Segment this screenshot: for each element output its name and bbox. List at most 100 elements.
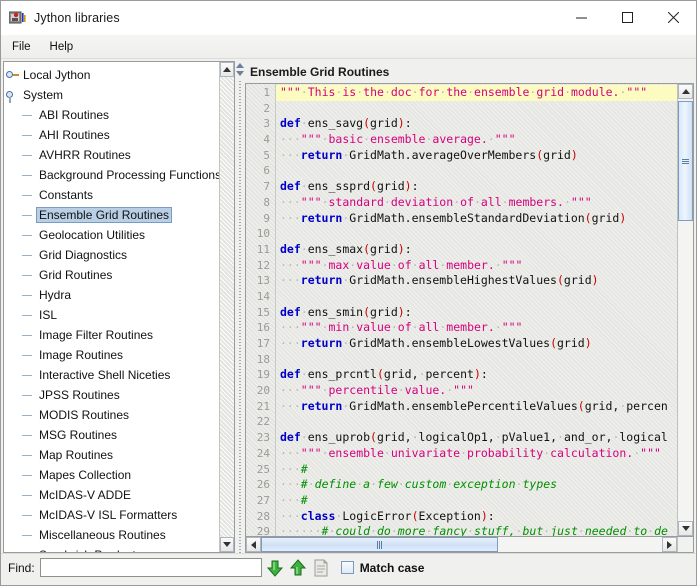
find-next-button[interactable] xyxy=(265,558,285,578)
tree-item-mcidas-v-adde[interactable]: McIDAS-V ADDE xyxy=(4,485,220,505)
code-line[interactable] xyxy=(276,352,677,368)
tree-item-avhrr-routines[interactable]: AVHRR Routines xyxy=(4,145,220,165)
code-token-str: """ xyxy=(300,383,322,398)
find-previous-button[interactable] xyxy=(288,558,308,578)
code-line[interactable]: ···return·GridMath.ensembleLowestValues(… xyxy=(276,336,677,352)
editor-hscroll-track[interactable] xyxy=(261,537,662,552)
tree-expand-handle-icon[interactable] xyxy=(4,67,20,83)
editor-vscroll-thumb[interactable] xyxy=(678,101,693,221)
code-line[interactable]: ···"""·basic·ensemble·average.·""" xyxy=(276,132,677,148)
tree-item-label: Image Filter Routines xyxy=(39,328,154,342)
match-case-checkbox[interactable] xyxy=(340,561,354,574)
tree-item-modis-routines[interactable]: MODIS Routines xyxy=(4,405,220,425)
code-line[interactable]: ···"""·max·value·of·all·member.·""" xyxy=(276,258,677,274)
editor-scroll-left-button[interactable] xyxy=(246,537,261,552)
tree-scroll-track[interactable] xyxy=(220,77,234,537)
split-collapse-left-icon[interactable] xyxy=(236,63,244,68)
tree-item-constants[interactable]: Constants xyxy=(4,185,220,205)
code-token-ws: ··· xyxy=(280,492,301,507)
code-token-str: calculation. xyxy=(550,445,634,460)
find-all-button[interactable] xyxy=(311,558,331,578)
tree-item-map-routines[interactable]: Map Routines xyxy=(4,445,220,465)
tree-item-background-processing-functions[interactable]: Background Processing Functions xyxy=(4,165,220,185)
menu-file[interactable]: File xyxy=(4,39,39,55)
code-token-par: ) xyxy=(397,116,405,131)
code-line[interactable]: ···class·LogicError(Exception): xyxy=(276,509,677,525)
editor-vscroll-track[interactable] xyxy=(678,99,693,521)
code-token-pln: logicalOp1, xyxy=(418,430,495,445)
code-token-ws: · xyxy=(411,257,419,272)
tree-item-jpss-routines[interactable]: JPSS Routines xyxy=(4,385,220,405)
code-line[interactable] xyxy=(276,414,677,430)
tree-item-mapes-collection[interactable]: Mapes Collection xyxy=(4,465,220,485)
code-line[interactable]: ······#·could·do·more·fancy·stuff,·but·j… xyxy=(276,524,677,536)
tree-item-grid-diagnostics[interactable]: Grid Diagnostics xyxy=(4,245,220,265)
tree-item-geolocation-utilities[interactable]: Geolocation Utilities xyxy=(4,225,220,245)
tree-item-msg-routines[interactable]: MSG Routines xyxy=(4,425,220,445)
code-text[interactable]: """·This·is·the·doc·for·the·ensemble·gri… xyxy=(276,84,677,536)
tree-item-grid-routines[interactable]: Grid Routines xyxy=(4,265,220,285)
close-button[interactable] xyxy=(650,1,696,34)
code-line[interactable]: def·ens_smax(grid): xyxy=(276,242,677,258)
code-line[interactable]: def·ens_ssprd(grid): xyxy=(276,179,677,195)
code-line[interactable]: ···return·GridMath.ensemblePercentileVal… xyxy=(276,399,677,415)
code-line[interactable]: ···"""·ensemble·univariate·probability·c… xyxy=(276,446,677,462)
code-line[interactable]: ···"""·percentile·value.·""" xyxy=(276,383,677,399)
code-line[interactable]: def·ens_prcntl(grid,·percent): xyxy=(276,367,677,383)
editor-scroll-right-button[interactable] xyxy=(662,537,677,552)
menu-help[interactable]: Help xyxy=(42,39,82,55)
code-line[interactable]: ···# xyxy=(276,493,677,509)
code-line[interactable]: ···return·GridMath.ensembleStandardDevia… xyxy=(276,211,677,227)
code-editor[interactable]: 1 2 3 4 5 6 7 8 9 10 11 12 13 14 15 16 17 18 19 20 21 22 23 24 2… xyxy=(245,83,694,537)
tree-item-isl[interactable]: ISL xyxy=(4,305,220,325)
tree-item-mcidas-v-isl-formatters[interactable]: McIDAS-V ISL Formatters xyxy=(4,505,220,525)
code-token-par: ( xyxy=(376,367,384,382)
code-line[interactable] xyxy=(276,101,677,117)
code-token-pln: ens_savg xyxy=(307,116,364,131)
tree-item-hydra[interactable]: Hydra xyxy=(4,285,220,305)
code-line[interactable]: ···# xyxy=(276,462,677,478)
tree-scroll-down-button[interactable] xyxy=(220,537,234,552)
tree-item-local-jython[interactable]: Local Jython xyxy=(4,65,220,85)
editor-hscroll-thumb[interactable] xyxy=(261,537,498,552)
status-strip xyxy=(1,581,696,585)
code-token-pln: and_or, xyxy=(563,430,613,445)
editor-scroll-down-button[interactable] xyxy=(678,521,693,536)
match-case-checkbox-wrap[interactable]: Match case xyxy=(340,561,424,575)
code-line[interactable] xyxy=(276,226,677,242)
maximize-button[interactable] xyxy=(604,1,650,34)
minimize-button[interactable] xyxy=(558,1,604,34)
code-line[interactable] xyxy=(276,163,677,179)
library-tree[interactable]: Local Jython System ABI Routines AHI Routin… xyxy=(4,62,220,552)
find-input[interactable] xyxy=(39,558,262,577)
tree-item-ensemble-grid-routines[interactable]: Ensemble Grid Routines xyxy=(4,205,220,225)
tree-item-ahi-routines[interactable]: AHI Routines xyxy=(4,125,220,145)
editor-vertical-scrollbar[interactable] xyxy=(677,84,693,536)
tree-item-sandwich-product[interactable]: Sandwich Product xyxy=(4,545,220,552)
code-line[interactable]: def·ens_smin(grid): xyxy=(276,305,677,321)
tree-item-image-filter-routines[interactable]: Image Filter Routines xyxy=(4,325,220,345)
tree-scroll-up-button[interactable] xyxy=(220,62,234,77)
tree-item-miscellaneous-routines[interactable]: Miscellaneous Routines xyxy=(4,525,220,545)
code-line[interactable]: ···return·GridMath.ensembleHighestValues… xyxy=(276,273,677,289)
split-collapse-right-icon[interactable] xyxy=(236,71,244,76)
code-line[interactable] xyxy=(276,289,677,305)
code-line[interactable]: def·ens_savg(grid): xyxy=(276,116,677,132)
editor-horizontal-scrollbar[interactable] xyxy=(245,537,694,553)
code-line[interactable]: def·ens_uprob(grid,·logicalOp1,·pValue1,… xyxy=(276,430,677,446)
editor-scroll-up-button[interactable] xyxy=(678,84,693,99)
split-divider[interactable] xyxy=(235,61,245,553)
code-token-pln: Exception xyxy=(418,508,481,523)
code-line[interactable]: ···#·define·a·few·custom·exception·types xyxy=(276,477,677,493)
code-line[interactable]: ···"""·standard·deviation·of·all·members… xyxy=(276,195,677,211)
tree-item-abi-routines[interactable]: ABI Routines xyxy=(4,105,220,125)
code-line[interactable]: ···return·GridMath.averageOverMembers(gr… xyxy=(276,148,677,164)
tree-collapse-handle-icon[interactable] xyxy=(4,87,20,103)
code-area[interactable]: 1 2 3 4 5 6 7 8 9 10 11 12 13 14 15 16 17 18 19 20 21 22 23 24 2… xyxy=(246,84,677,536)
tree-item-interactive-shell-niceties[interactable]: Interactive Shell Niceties xyxy=(4,365,220,385)
code-line[interactable]: """·This·is·the·doc·for·the·ensemble·gri… xyxy=(276,85,677,101)
code-line[interactable]: ···"""·min·value·of·all·member.·""" xyxy=(276,320,677,336)
tree-item-system[interactable]: System xyxy=(4,85,220,105)
tree-item-image-routines[interactable]: Image Routines xyxy=(4,345,220,365)
tree-vertical-scrollbar[interactable] xyxy=(219,62,234,552)
